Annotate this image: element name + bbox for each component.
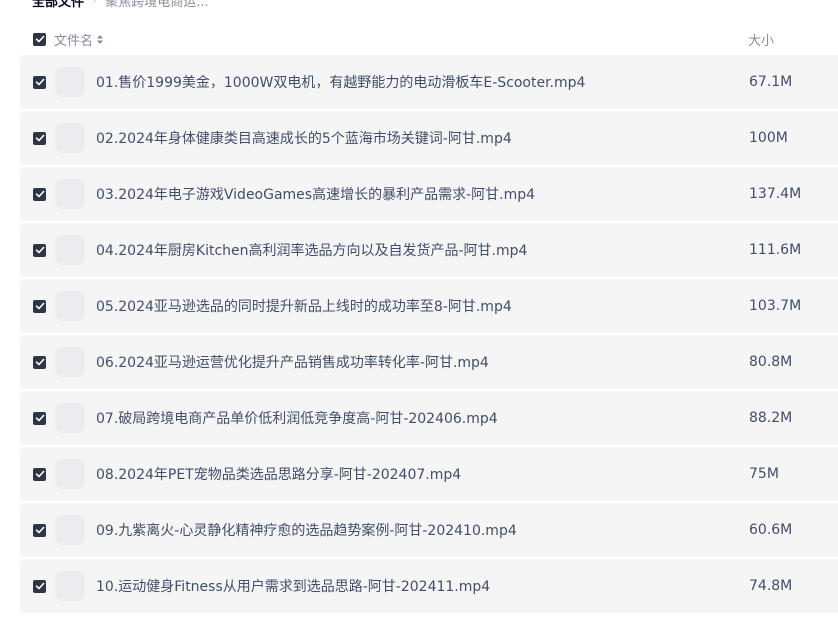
breadcrumb-separator: ›	[92, 0, 98, 8]
file-size: 137.4M	[749, 186, 802, 202]
checkmark-icon	[35, 358, 44, 366]
file-size: 80.8M	[749, 354, 793, 370]
file-name[interactable]: 08.2024年PET宠物品类选品思路分享-阿甘-202407.mp4	[96, 464, 461, 484]
file-thumbnail	[55, 291, 85, 321]
checkmark-icon	[35, 414, 44, 422]
column-header-size[interactable]: 大小	[748, 30, 774, 49]
file-name[interactable]: 04.2024年厨房Kitchen高利润率选品方向以及自发货产品-阿甘.mp4	[96, 240, 527, 260]
file-thumbnail	[55, 459, 85, 489]
file-name[interactable]: 03.2024年电子游戏VideoGames高速增长的暴利产品需求-阿甘.mp4	[96, 184, 535, 204]
sort-icon[interactable]	[96, 34, 104, 45]
file-size: 74.8M	[749, 578, 793, 594]
file-row[interactable]: 05.2024亚马逊选品的同时提升新品上线时的成功率至8-阿甘.mp4 103.7…	[20, 279, 838, 335]
file-checkbox[interactable]	[33, 187, 46, 201]
file-row[interactable]: 04.2024年厨房Kitchen高利润率选品方向以及自发货产品-阿甘.mp4 1…	[20, 223, 838, 279]
file-thumbnail	[55, 515, 85, 545]
file-checkbox[interactable]	[33, 355, 46, 369]
file-thumbnail	[55, 347, 85, 377]
file-name[interactable]: 06.2024亚马逊运营优化提升产品销售成功率转化率-阿甘.mp4	[96, 352, 489, 372]
file-row[interactable]: 02.2024年身体健康类目高速成长的5个蓝海市场关键词-阿甘.mp4 100M	[20, 111, 838, 167]
file-size: 75M	[749, 466, 779, 482]
checkmark-icon	[35, 190, 44, 198]
file-thumbnail	[55, 123, 85, 153]
checkmark-icon	[35, 246, 44, 254]
file-list: 01.售价1999美金，1000W双电机，有越野能力的电动滑板车E-Scoote…	[20, 55, 838, 615]
file-name[interactable]: 07.破局跨境电商产品单价低利润低竞争度高-阿甘-202406.mp4	[96, 408, 498, 428]
file-row[interactable]: 01.售价1999美金，1000W双电机，有越野能力的电动滑板车E-Scoote…	[20, 55, 838, 111]
file-browser: 全部文件 › 聚焦跨境电商运... 文件名 大小 01.售价1999美金，100…	[0, 0, 838, 620]
file-name[interactable]: 05.2024亚马逊选品的同时提升新品上线时的成功率至8-阿甘.mp4	[96, 296, 512, 316]
breadcrumb-root[interactable]: 全部文件	[32, 0, 84, 10]
select-all-checkbox[interactable]	[33, 32, 46, 46]
file-checkbox[interactable]	[33, 467, 46, 481]
file-row[interactable]: 03.2024年电子游戏VideoGames高速增长的暴利产品需求-阿甘.mp4…	[20, 167, 838, 223]
file-row[interactable]: 08.2024年PET宠物品类选品思路分享-阿甘-202407.mp4 75M	[20, 447, 838, 503]
column-header-name-label: 文件名	[54, 33, 94, 49]
file-name[interactable]: 10.运动健身Fitness从用户需求到选品思路-阿甘-202411.mp4	[96, 576, 490, 596]
file-checkbox[interactable]	[33, 243, 46, 257]
file-size: 88.2M	[749, 410, 793, 426]
file-row[interactable]: 09.九紫离火-心灵静化精神疗愈的选品趋势案例-阿甘-202410.mp4 60.…	[20, 503, 838, 559]
file-size: 100M	[749, 130, 788, 146]
checkmark-icon	[35, 78, 44, 86]
file-thumbnail	[55, 179, 85, 209]
breadcrumb: 全部文件 › 聚焦跨境电商运...	[32, 0, 209, 10]
checkmark-icon	[35, 582, 44, 590]
checkmark-icon	[35, 470, 44, 478]
file-row[interactable]: 06.2024亚马逊运营优化提升产品销售成功率转化率-阿甘.mp4 80.8M	[20, 335, 838, 391]
file-size: 67.1M	[749, 74, 793, 90]
column-header-name[interactable]: 文件名	[54, 30, 104, 49]
file-thumbnail	[55, 571, 85, 601]
file-name[interactable]: 01.售价1999美金，1000W双电机，有越野能力的电动滑板车E-Scoote…	[96, 72, 585, 92]
file-size: 60.6M	[749, 522, 793, 538]
file-checkbox[interactable]	[33, 411, 46, 425]
breadcrumb-current-folder[interactable]: 聚焦跨境电商运...	[105, 0, 208, 10]
file-checkbox[interactable]	[33, 131, 46, 145]
file-size: 111.6M	[749, 242, 802, 258]
file-row[interactable]: 07.破局跨境电商产品单价低利润低竞争度高-阿甘-202406.mp4 88.2M	[20, 391, 838, 447]
file-row[interactable]: 10.运动健身Fitness从用户需求到选品思路-阿甘-202411.mp4 74…	[20, 559, 838, 615]
file-checkbox[interactable]	[33, 299, 46, 313]
checkmark-icon	[35, 526, 44, 534]
checkmark-icon	[35, 35, 44, 43]
file-thumbnail	[55, 403, 85, 433]
checkmark-icon	[35, 134, 44, 142]
file-thumbnail	[55, 235, 85, 265]
file-name[interactable]: 09.九紫离火-心灵静化精神疗愈的选品趋势案例-阿甘-202410.mp4	[96, 520, 517, 540]
list-header: 文件名 大小	[20, 24, 838, 54]
file-name[interactable]: 02.2024年身体健康类目高速成长的5个蓝海市场关键词-阿甘.mp4	[96, 128, 512, 148]
file-checkbox[interactable]	[33, 523, 46, 537]
file-checkbox[interactable]	[33, 579, 46, 593]
checkmark-icon	[35, 302, 44, 310]
file-checkbox[interactable]	[33, 75, 46, 89]
file-thumbnail	[55, 67, 85, 97]
file-size: 103.7M	[749, 298, 802, 314]
